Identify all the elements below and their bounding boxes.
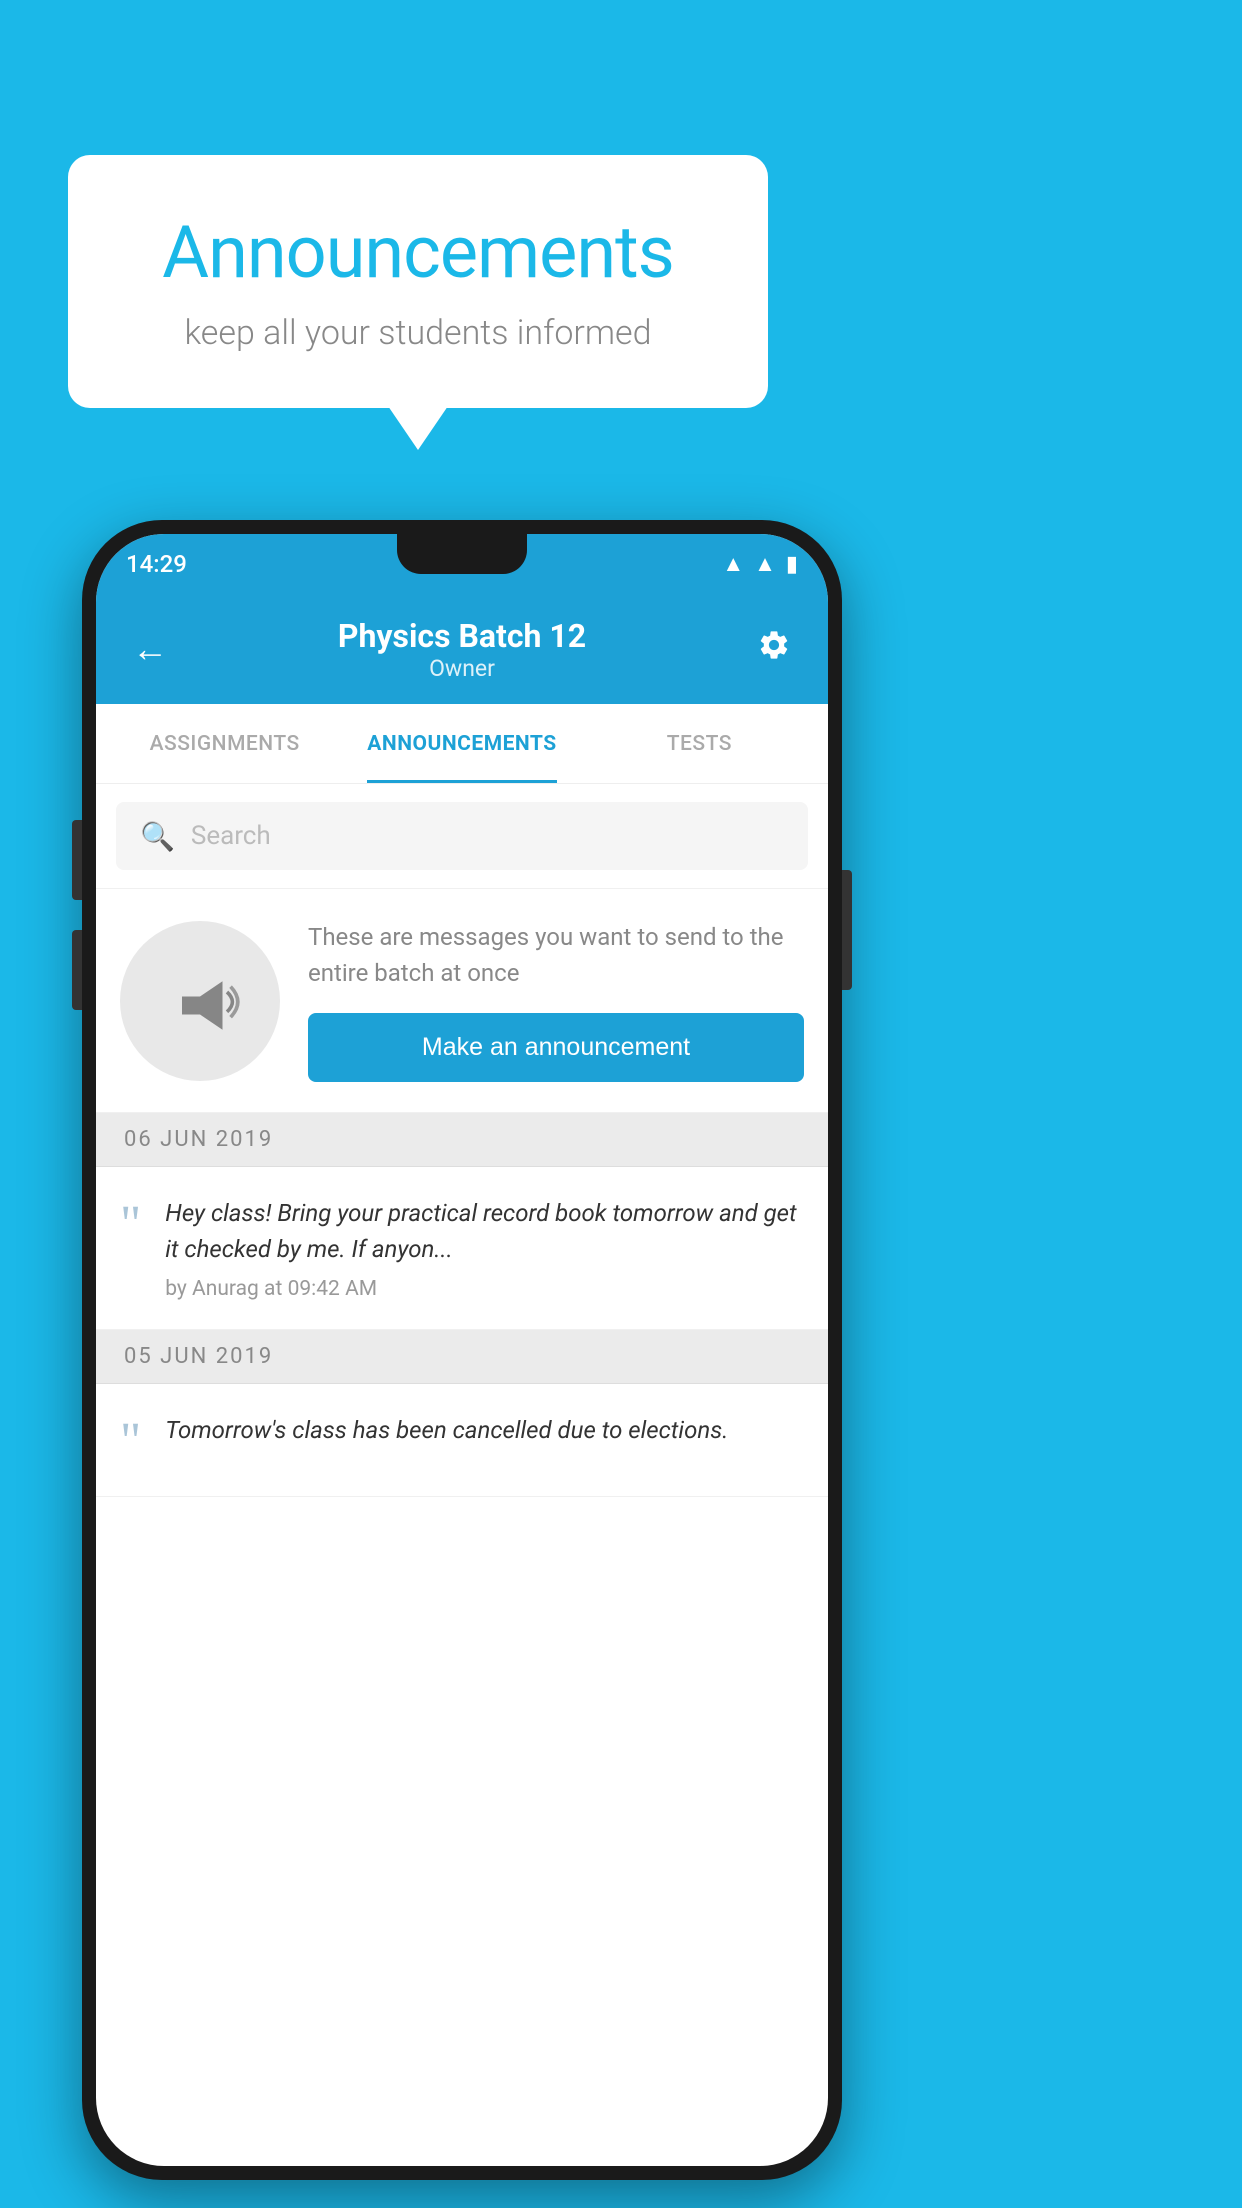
tab-announcements[interactable]: ANNOUNCEMENTS [343,704,580,783]
date-divider-2: 05 JUN 2019 [96,1330,828,1384]
date-divider-1: 06 JUN 2019 [96,1113,828,1167]
app-bar-title-area: Physics Batch 12 Owner [180,617,744,682]
battery-icon: ▮ [786,552,798,577]
announcement-description: These are messages you want to send to t… [308,919,804,991]
wifi-icon: ▲ [722,551,744,577]
speech-bubble-container: Announcements keep all your students inf… [68,155,768,408]
status-icons: ▲ ▲ ▮ [722,551,798,577]
quote-icon-1: " [120,1199,141,1251]
app-bar: ← Physics Batch 12 Owner [96,594,828,704]
volume-down-button [72,930,82,1010]
bubble-title: Announcements [128,210,708,295]
announcement-prompt: These are messages you want to send to t… [96,889,828,1113]
bubble-subtitle: keep all your students informed [128,313,708,353]
message-item-2[interactable]: " Tomorrow's class has been cancelled du… [96,1384,828,1497]
search-bar[interactable]: 🔍 Search [116,802,808,870]
make-announcement-button[interactable]: Make an announcement [308,1013,804,1082]
phone-outer: 14:29 ▲ ▲ ▮ ← Physics Batch 12 Owner [82,520,842,2180]
message-content-1: Hey class! Bring your practical record b… [165,1195,804,1301]
megaphone-icon [155,956,245,1046]
tab-assignments[interactable]: ASSIGNMENTS [106,704,343,783]
signal-icon: ▲ [754,551,776,577]
app-bar-title: Physics Batch 12 [180,617,744,655]
speech-bubble: Announcements keep all your students inf… [68,155,768,408]
quote-icon-2: " [120,1416,141,1468]
status-time: 14:29 [126,550,187,578]
back-button[interactable]: ← [120,628,180,670]
search-icon: 🔍 [140,820,175,853]
search-placeholder: Search [191,821,271,851]
announcement-right: These are messages you want to send to t… [308,919,804,1082]
message-text-2: Tomorrow's class has been cancelled due … [165,1412,804,1448]
tab-tests[interactable]: TESTS [581,704,818,783]
announcement-icon-circle [120,921,280,1081]
volume-up-button [72,820,82,900]
phone-screen: 14:29 ▲ ▲ ▮ ← Physics Batch 12 Owner [96,534,828,2166]
tabs-bar: ASSIGNMENTS ANNOUNCEMENTS TESTS [96,704,828,784]
message-item-1[interactable]: " Hey class! Bring your practical record… [96,1167,828,1330]
message-meta-1: by Anurag at 09:42 AM [165,1277,804,1301]
phone-notch [397,534,527,574]
settings-button[interactable] [744,628,804,670]
message-content-2: Tomorrow's class has been cancelled due … [165,1412,804,1458]
app-bar-subtitle: Owner [180,655,744,682]
power-button [842,870,852,990]
phone-wrapper: 14:29 ▲ ▲ ▮ ← Physics Batch 12 Owner [82,520,842,2180]
message-text-1: Hey class! Bring your practical record b… [165,1195,804,1267]
search-container: 🔍 Search [96,784,828,889]
